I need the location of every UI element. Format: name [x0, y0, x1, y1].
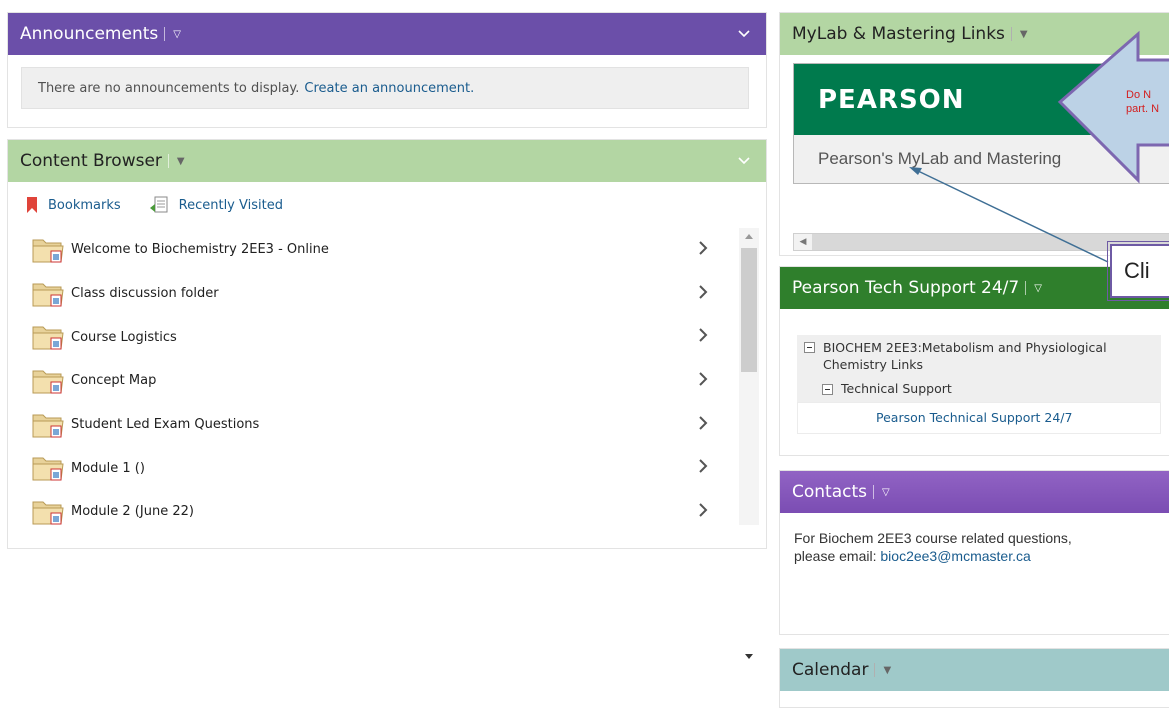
chevron-right-icon[interactable] [698, 241, 708, 255]
calendar-menu-icon[interactable]: ▼ [883, 665, 891, 676]
annotation-callout: Cli [1107, 241, 1169, 301]
collapse-icon[interactable] [822, 384, 833, 395]
annotation-arrow-line2: part. N [1126, 103, 1160, 115]
pearson-caption[interactable]: Pearson's MyLab and Mastering [794, 135, 1169, 183]
tree-root-label-line2: Chemistry Links [823, 357, 924, 372]
chevron-right-icon[interactable] [698, 328, 708, 343]
annotation-arrow-text: Do N part. N [1126, 88, 1169, 116]
content-browser-tabs: Bookmarks Recently Visited [8, 182, 766, 214]
tree-child[interactable]: Technical Support [822, 381, 952, 396]
contacts-line2-prefix: please email: [794, 548, 881, 564]
tree-child-label: Technical Support [841, 381, 952, 396]
list-item-label: Module 2 (June 22) [71, 504, 194, 520]
mylab-title: MyLab & Mastering Links [792, 24, 1005, 44]
collapse-icon[interactable] [804, 342, 815, 353]
tech-support-link-row: Pearson Technical Support 24/7 [797, 402, 1161, 434]
announcements-empty-box: There are no announcements to display. C… [21, 67, 749, 109]
contacts-title: Contacts [792, 482, 867, 502]
scroll-down-icon[interactable] [744, 653, 754, 661]
scrollbar-thumb[interactable] [741, 248, 757, 372]
header-separator [164, 27, 166, 41]
content-browser-menu-icon[interactable]: ▼ [177, 156, 185, 167]
scroll-left-icon[interactable]: ◀ [794, 234, 812, 250]
chevron-right-icon[interactable] [698, 416, 708, 430]
list-item-label: Concept Map [71, 373, 157, 389]
bookmark-icon [27, 197, 37, 213]
folder-icon [32, 370, 64, 394]
list-item-label: Student Led Exam Questions [71, 417, 260, 433]
folder-icon [32, 326, 64, 350]
list-item[interactable]: Class discussion folder [8, 272, 728, 316]
list-item[interactable]: Concept Map [8, 359, 728, 403]
announcements-menu-icon[interactable]: ▽ [173, 29, 181, 40]
pearson-caption-text: Pearson's MyLab and Mastering [818, 149, 1062, 168]
content-browser-list: Welcome to Biochemistry 2EE3 - Online Cl… [8, 228, 728, 534]
contacts-header: Contacts ▽ [780, 471, 1169, 513]
folder-icon [32, 414, 64, 438]
content-browser-header: Content Browser ▼ [8, 140, 766, 182]
calendar-header: Calendar ▼ [780, 649, 1169, 691]
scroll-up-icon[interactable] [744, 232, 754, 240]
list-item[interactable]: Module 1 () [8, 446, 728, 490]
tech-support-menu-icon[interactable]: ▽ [1034, 283, 1042, 294]
tab-recently-visited-label: Recently Visited [178, 197, 283, 213]
mylab-widget: MyLab & Mastering Links ▼ PEARSON Pearso… [779, 12, 1169, 256]
contacts-line1: For Biochem 2EE3 course related question… [794, 530, 1072, 546]
calendar-title: Calendar [792, 660, 869, 680]
list-item-label: Welcome to Biochemistry 2EE3 - Online [71, 242, 329, 258]
folder-icon [32, 457, 64, 481]
header-separator [873, 485, 874, 499]
chevron-right-icon[interactable] [698, 284, 708, 299]
tree-root-label-line1: BIOCHEM 2EE3:Metabolism and Physiologica… [823, 340, 1107, 355]
list-item[interactable]: Student Led Exam Questions [8, 403, 728, 447]
chevron-right-icon[interactable] [698, 372, 708, 386]
mylab-header: MyLab & Mastering Links ▼ [780, 13, 1169, 55]
pearson-banner[interactable]: PEARSON [794, 64, 1169, 135]
annotation-callout-text: Cli [1124, 258, 1150, 283]
tab-bookmarks[interactable]: Bookmarks [26, 197, 121, 213]
announcements-widget: Announcements ▽ There are no announcemen… [7, 12, 767, 128]
header-separator [874, 663, 876, 677]
recently-visited-icon [149, 196, 168, 213]
pearson-logo-text: PEARSON [818, 84, 965, 115]
list-item-label: Course Logistics [71, 329, 177, 345]
chevron-down-icon[interactable] [736, 25, 752, 41]
announcements-message: There are no announcements to display. [38, 80, 300, 96]
list-item[interactable]: Course Logistics [8, 315, 728, 359]
content-browser-title: Content Browser [20, 151, 162, 171]
chevron-right-icon[interactable] [698, 459, 708, 474]
chevron-right-icon[interactable] [698, 503, 708, 517]
tech-support-title: Pearson Tech Support 24/7 [792, 278, 1020, 298]
list-item-label: Module 1 () [71, 460, 145, 476]
folder-icon [32, 239, 64, 263]
header-separator [1025, 281, 1027, 295]
tab-recently-visited[interactable]: Recently Visited [149, 196, 283, 214]
folder-icon [32, 501, 64, 525]
contact-email-link[interactable]: bioc2ee3@mcmaster.ca [880, 548, 1030, 564]
content-browser-widget: Content Browser ▼ Bookmarks Recently Vis… [7, 139, 767, 659]
header-separator [1010, 27, 1012, 41]
calendar-widget: Calendar ▼ [779, 648, 1169, 708]
announcements-title: Announcements [20, 24, 159, 44]
chevron-down-icon[interactable] [736, 152, 752, 168]
list-item[interactable]: Module 2 (June 22) [8, 490, 728, 534]
list-item[interactable]: Welcome to Biochemistry 2EE3 - Online [8, 228, 728, 272]
contacts-menu-icon[interactable]: ▽ [882, 487, 890, 498]
contacts-text: For Biochem 2EE3 course related question… [794, 529, 1164, 565]
mylab-menu-icon[interactable]: ▼ [1020, 29, 1028, 40]
annotation-arrow-line1: Do N [1126, 89, 1152, 101]
content-browser-scrollbar[interactable] [739, 228, 759, 670]
header-separator [167, 154, 169, 168]
pearson-link-box[interactable]: PEARSON Pearson's MyLab and Mastering [793, 63, 1169, 184]
tab-bookmarks-label: Bookmarks [48, 197, 121, 213]
folder-icon [32, 283, 64, 307]
pearson-technical-support-link[interactable]: Pearson Technical Support 24/7 [876, 410, 1072, 425]
contacts-widget: Contacts ▽ For Biochem 2EE3 course relat… [779, 470, 1169, 635]
list-item-label: Class discussion folder [71, 286, 219, 302]
announcements-header: Announcements ▽ [8, 13, 766, 55]
create-announcement-link[interactable]: Create an announcement. [304, 81, 474, 96]
tree-root[interactable]: BIOCHEM 2EE3:Metabolism and Physiologica… [804, 339, 1154, 373]
tree-root-label: BIOCHEM 2EE3:Metabolism and Physiologica… [823, 339, 1107, 373]
